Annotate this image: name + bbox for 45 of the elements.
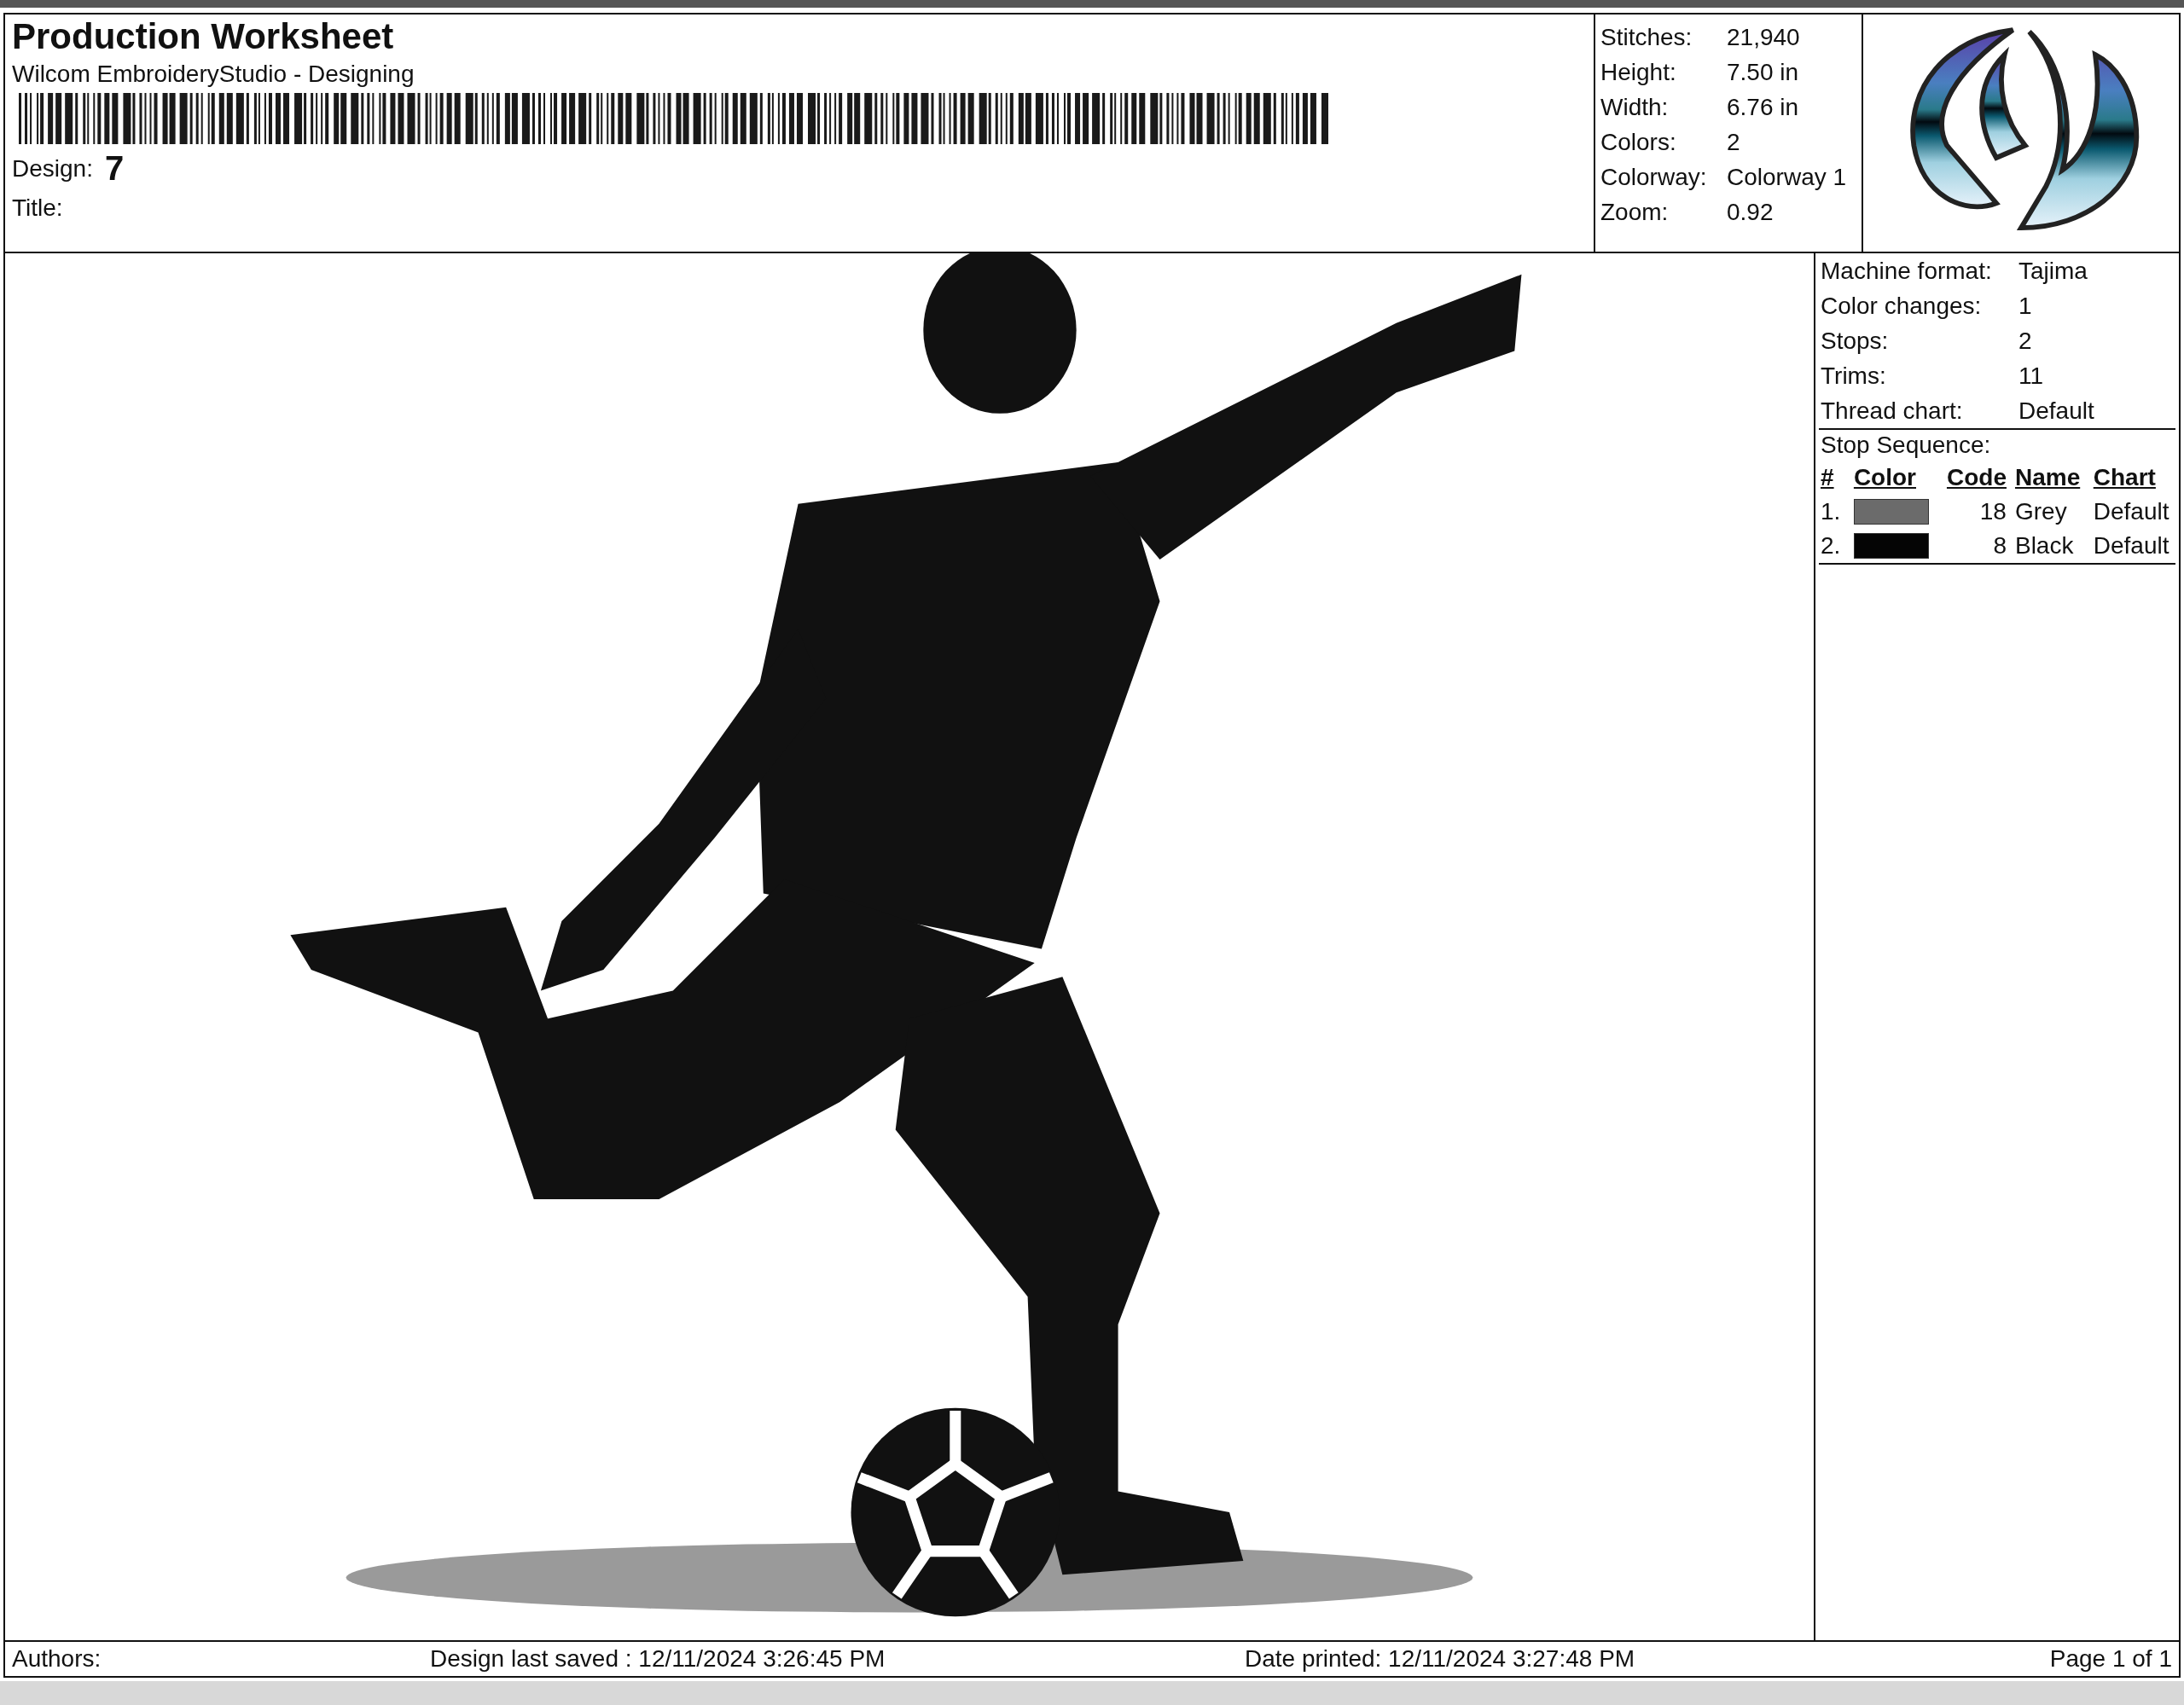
machine-label: Stops: (1821, 327, 1890, 355)
date-printed: Date printed: 12/11/2024 3:27:48 PM (1245, 1645, 1636, 1673)
column-header: Chart (2093, 464, 2157, 491)
stat-label: Height: (1600, 58, 1677, 86)
stat-value: 2 (1727, 128, 1740, 156)
stat-value: 0.92 (1727, 198, 1774, 226)
stop-sequence-title: Stop Sequence: (1821, 432, 1992, 459)
stat-value: 21,940 (1727, 23, 1800, 51)
stop-number: 2. (1821, 532, 1842, 560)
title-label: Title: (12, 194, 64, 222)
machine-value: 1 (2018, 292, 2032, 320)
thread-name: Black (2014, 532, 2075, 560)
stat-label: Zoom: (1600, 198, 1670, 226)
stat-label: Colors: (1600, 128, 1677, 156)
machine-value: 2 (2018, 327, 2032, 355)
thread-code: 18 (1978, 498, 2007, 525)
machine-value: 11 (2018, 362, 2044, 390)
software-name: Wilcom EmbroideryStudio - Designing (12, 61, 415, 88)
stat-label: Colorway: (1600, 163, 1708, 191)
column-header: # (1821, 464, 1835, 491)
authors-label: Authors: (12, 1645, 102, 1673)
machine-label: Color changes: (1821, 292, 1983, 320)
stat-label: Stitches: (1600, 23, 1693, 51)
design-number: 7 (104, 149, 125, 188)
design-label: Design: (12, 154, 93, 183)
machine-label: Trims: (1821, 362, 1887, 390)
stat-label: Width: (1600, 93, 1670, 121)
stat-value: Colorway 1 (1727, 163, 1847, 191)
machine-label: Thread chart: (1821, 397, 1964, 425)
machine-value: Tajima (2018, 257, 2088, 285)
thread-code: 8 (1992, 532, 2007, 560)
stat-value: 6.76 in (1727, 93, 1799, 121)
thread-chart: Default (2093, 532, 2170, 560)
worksheet-title: Production Worksheet (12, 16, 395, 57)
column-header: Code (1945, 464, 2007, 491)
column-header: Color (1853, 464, 1917, 491)
thread-chart: Default (2093, 498, 2170, 525)
machine-label: Machine format: (1821, 257, 1993, 285)
thread-name: Grey (2014, 498, 2068, 525)
page-number: Page 1 of 1 (2049, 1645, 2172, 1673)
last-saved-date: Design last saved : 12/11/2024 3:26:45 PM (430, 1645, 886, 1673)
column-header: Name (2014, 464, 2082, 491)
machine-value: Default (2018, 397, 2094, 425)
stop-number: 1. (1821, 498, 1842, 525)
stat-value: 7.50 in (1727, 58, 1799, 86)
